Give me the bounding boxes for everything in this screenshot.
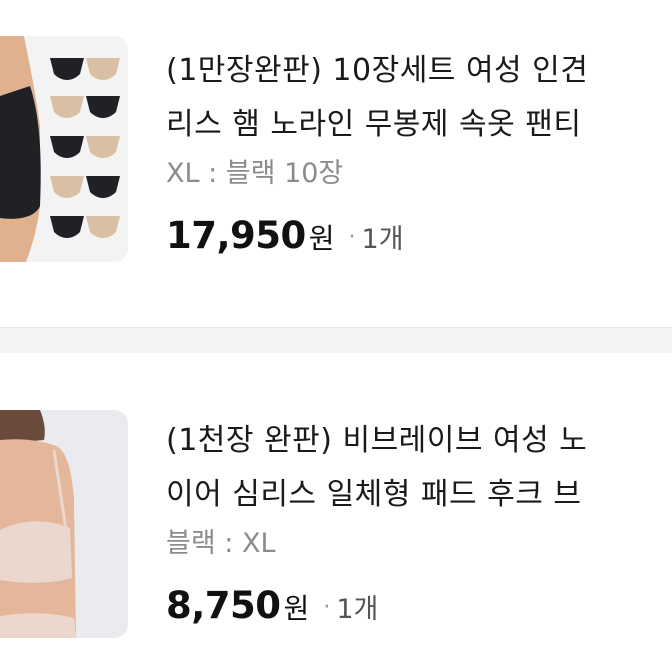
product-title-line-1[interactable]: (1천장 완판) 비브레이브 여성 노 [166,414,672,468]
currency-label: 원 [283,592,310,625]
separator-dot: · [348,225,356,250]
product-option: 블랙 : XL [166,528,276,559]
product-quantity: 1개 [336,594,379,625]
product-price: 8,750 [166,584,281,627]
order-item-list: (1만장완판) 10장세트 여성 인견 리스 햄 노라인 무봉제 속옷 팬티 X… [0,0,672,672]
price-row: 8,750 원 · 1개 [166,584,672,627]
product-price: 17,950 [166,214,306,257]
section-divider [0,327,672,353]
separator-dot: · [323,595,331,620]
product-option: XL : 블랙 10장 [166,158,344,189]
product-thumbnail[interactable] [0,36,128,262]
product-info: (1만장완판) 10장세트 여성 인견 리스 햄 노라인 무봉제 속옷 팬티 X… [166,44,672,257]
currency-label: 원 [308,222,335,255]
product-quantity: 1개 [361,224,404,255]
order-item[interactable]: (1만장완판) 10장세트 여성 인견 리스 햄 노라인 무봉제 속옷 팬티 X… [0,0,672,300]
product-title-line-2[interactable]: 이어 심리스 일체형 패드 후크 브 [166,468,672,522]
panty-set-image [0,36,128,262]
price-row: 17,950 원 · 1개 [166,214,672,257]
bra-image [0,410,128,638]
product-info: (1천장 완판) 비브레이브 여성 노 이어 심리스 일체형 패드 후크 브 블… [166,414,672,627]
order-item[interactable]: (1천장 완판) 비브레이브 여성 노 이어 심리스 일체형 패드 후크 브 블… [0,352,672,652]
product-thumbnail[interactable] [0,410,128,638]
product-title-line-2[interactable]: 리스 햄 노라인 무봉제 속옷 팬티 [166,98,672,152]
product-title-line-1[interactable]: (1만장완판) 10장세트 여성 인견 [166,44,672,98]
